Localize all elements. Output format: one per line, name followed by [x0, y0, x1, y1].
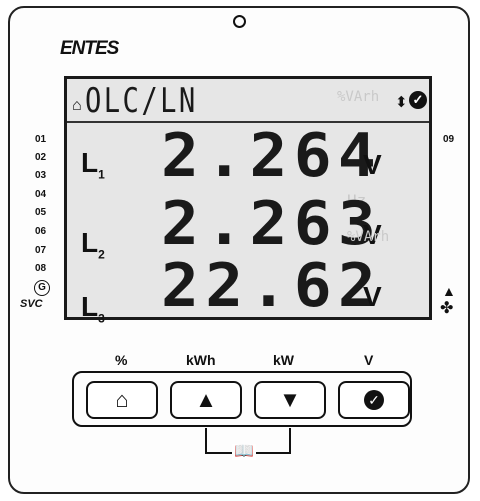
arrow-down-icon: ▼: [279, 387, 301, 412]
arrow-up-icon: ▲: [195, 387, 217, 412]
home-icon: ⌂: [72, 97, 82, 114]
unit-l1: V: [363, 149, 382, 180]
side-number: 02: [35, 152, 47, 163]
row-label-l3: L3: [81, 291, 105, 326]
side-number: 07: [35, 245, 47, 256]
ghost-units: %VArh: [337, 89, 380, 105]
home-button-label: %: [115, 352, 128, 368]
side-number: 05: [35, 207, 47, 218]
home-button[interactable]: ⌂: [86, 381, 158, 419]
book-icon: 📖: [232, 444, 256, 460]
check-icon: ✓: [364, 390, 384, 410]
side-number: 01: [35, 134, 47, 145]
svc-indicator: SVC: [20, 298, 43, 310]
side-number: 04: [35, 189, 47, 200]
value-l2: 2.263: [161, 189, 383, 259]
ok-button-label: V: [364, 352, 374, 368]
down-button[interactable]: ▼: [254, 381, 326, 419]
side-number: 06: [35, 226, 47, 237]
fan-icon: ✤: [440, 300, 454, 317]
side-number: 08: [35, 263, 47, 274]
keypad: ⌂ ▲ ▼ ✓: [72, 371, 412, 427]
side-number-right: 09: [443, 134, 455, 145]
value-l1: 2.264: [161, 121, 383, 191]
lcd-header-area: ⌂ OLC/LN %VArh ⬍ ✓: [67, 79, 429, 123]
brand-logo: ENTES: [60, 38, 119, 59]
row-label-l2: L2: [81, 227, 105, 262]
row-label-l1: L1: [81, 147, 105, 182]
home-icon: ⌂: [115, 387, 129, 412]
check-icon: ✓: [409, 91, 427, 109]
ok-button[interactable]: ✓: [338, 381, 410, 419]
value-l3: 22.62: [161, 251, 383, 321]
ghost-varh: %VArh: [347, 229, 390, 245]
side-number: 03: [35, 170, 47, 181]
lcd-header-text: OLC/LN: [85, 81, 198, 121]
lcd-display: ⌂ OLC/LN %VArh ⬍ ✓ L1 2.264 V Hz L2 2.26…: [64, 76, 432, 326]
g-indicator: G: [34, 280, 50, 296]
up-down-icon: ⬍: [395, 94, 408, 111]
up-button-label: kWh: [186, 352, 216, 368]
status-led: [233, 15, 246, 28]
alarm-icon: ▲: [442, 283, 456, 299]
unit-l3: V: [363, 281, 382, 312]
up-button[interactable]: ▲: [170, 381, 242, 419]
down-button-label: kW: [273, 352, 294, 368]
